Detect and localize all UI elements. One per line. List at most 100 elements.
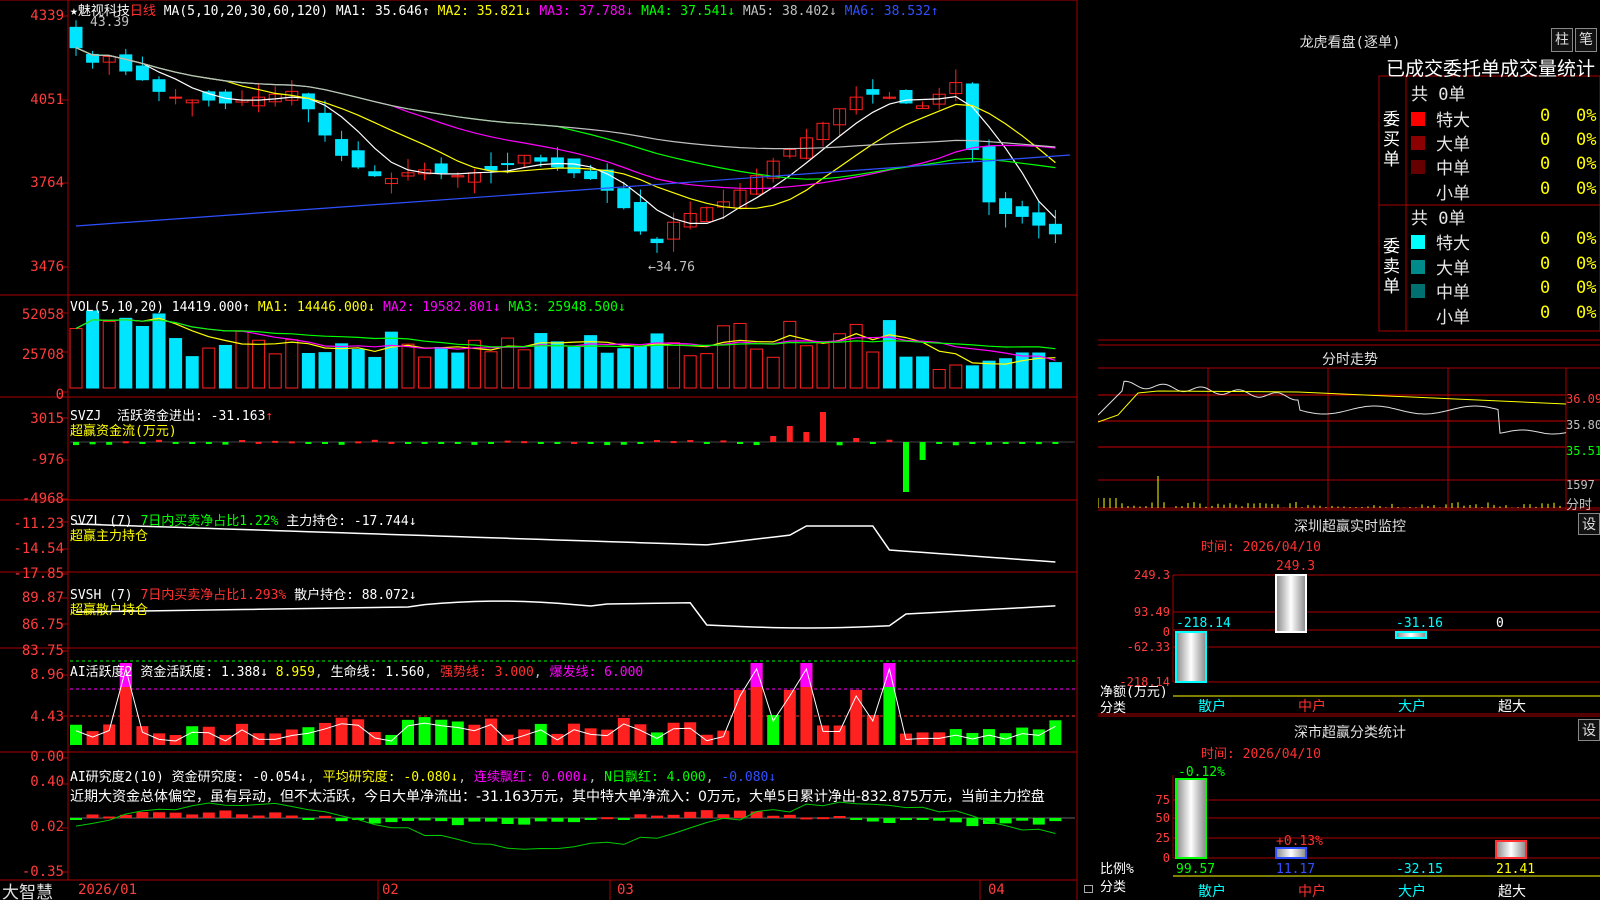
- sell-l-swatch: [1411, 260, 1425, 274]
- sell-total: 共 0单: [1411, 209, 1466, 229]
- vol-bar: [318, 352, 332, 389]
- sz-monitor-settings-button[interactable]: 设: [1578, 513, 1600, 535]
- ai1-bar: [302, 727, 315, 745]
- kline-candle: [550, 157, 564, 168]
- vol-bar: [252, 339, 266, 389]
- app-logo: 大智慧: [2, 883, 53, 900]
- lhb-tabs[interactable]: 已成交委托单成交量统计: [1386, 54, 1600, 81]
- intraday-title[interactable]: 分时走势: [1300, 349, 1400, 369]
- svzj-bar: [637, 442, 644, 444]
- kline-candle: [368, 171, 382, 177]
- vol-ma3-line: [75, 319, 1056, 350]
- vol-bar: [866, 351, 880, 389]
- svzj-bar: [986, 442, 992, 445]
- ai1-header: AI活跃度2 资金活跃度: 1.388↓ 8.959, 生命线: 1.560, …: [70, 665, 644, 680]
- ai2-bar: [750, 811, 763, 818]
- vol-bar: [700, 353, 714, 389]
- ai2-y-label: 0.40: [30, 774, 64, 790]
- vol-bar: [401, 343, 415, 389]
- ai1-bar: [435, 719, 448, 745]
- svzj-bar: [222, 442, 229, 445]
- main-chart-svg[interactable]: [0, 0, 1100, 900]
- high-price-label: 43.39: [90, 15, 130, 30]
- ai2-bar: [717, 814, 730, 818]
- period-label[interactable]: 日线: [130, 4, 156, 19]
- lock-icon[interactable]: [1084, 885, 1093, 893]
- svzj-y-label: 3015: [30, 411, 64, 427]
- svzj-bar: [272, 440, 279, 443]
- ai1-bar: [70, 724, 82, 745]
- svzj-bar: [969, 442, 976, 444]
- ai1-bar: [319, 722, 331, 745]
- svzj-bar: [1035, 442, 1042, 445]
- intraday-avg-line: [1098, 390, 1567, 423]
- vol-bar: [451, 352, 465, 389]
- svzj-bar: [919, 442, 926, 460]
- ai2-bar: [285, 815, 298, 818]
- ai2-bar: [418, 818, 431, 821]
- class-cat-label: 中户: [1298, 883, 1326, 900]
- ai1-bar: [1049, 720, 1062, 745]
- ma3-line: [75, 47, 1056, 190]
- vol-bar: [102, 321, 116, 389]
- buy-m-swatch: [1411, 160, 1425, 174]
- right-panel-svg: 249.393.490-62.33-218.14-218.14249.3-31.…: [1098, 75, 1600, 900]
- ai2-bar: [584, 818, 597, 820]
- ai2-title[interactable]: AI研究度2(10): [70, 770, 164, 785]
- sz-value-label: 0: [1496, 616, 1504, 631]
- column-view-button[interactable]: 柱: [1551, 28, 1573, 52]
- svzj-bar: [720, 440, 727, 443]
- svzj-bar: [654, 440, 660, 443]
- sz-class-settings-button[interactable]: 设: [1578, 719, 1600, 741]
- buy-row-label: 小单: [1436, 184, 1470, 204]
- svzj-bar: [620, 442, 627, 445]
- svzj-bar: [471, 442, 478, 445]
- vol-y-label: 52058: [21, 307, 64, 323]
- ai1-label: 资金活跃度: 1.388↓: [140, 665, 268, 680]
- svzj-bar: [156, 439, 162, 442]
- ai2-bar: [767, 815, 780, 818]
- kline-candle: [584, 170, 598, 180]
- buy-count: 0: [1540, 179, 1551, 199]
- sz-cat-label: 大户: [1398, 698, 1426, 715]
- sell-count: 0: [1540, 229, 1551, 249]
- svzj-bar: [521, 441, 528, 444]
- svzj-bar: [836, 442, 843, 446]
- svzj-bar: [869, 442, 876, 444]
- vol-bar: [949, 364, 963, 389]
- ai2-bar: [684, 811, 697, 818]
- ai2-bar: [385, 818, 398, 823]
- favorite-star-icon[interactable]: ★: [70, 4, 78, 19]
- sz-cat-label: 散户: [1198, 698, 1226, 715]
- svsh-y-label: 83.75: [21, 643, 64, 659]
- vol-value: 14419.000↑: [171, 300, 251, 315]
- vol-bar: [202, 347, 216, 389]
- class-bar: [1495, 840, 1527, 859]
- tick-view-button[interactable]: 笔: [1575, 28, 1597, 52]
- ai2-avg: 平均研究度: -0.080↓: [322, 770, 459, 785]
- vol-bar: [301, 352, 315, 389]
- vol-bar: [733, 322, 747, 389]
- svzj-bar: [1002, 442, 1009, 444]
- svzl-sub: 超赢主力持仓: [70, 529, 149, 544]
- vol-title[interactable]: VOL(5,10,20): [70, 300, 164, 315]
- ai2-bar: [169, 812, 182, 818]
- sell-row-label: 小单: [1436, 308, 1470, 328]
- ai1-title[interactable]: AI活跃度2: [70, 665, 132, 680]
- ai1-value2: 8.959: [275, 665, 315, 680]
- lhb-title: 龙虎看盘(逐单): [1299, 35, 1401, 51]
- sz-monitor-title: 深圳超赢实时监控: [1294, 519, 1406, 535]
- ai2-bar: [153, 812, 165, 818]
- ai2-bar: [800, 817, 813, 820]
- ai1-bar: [850, 690, 863, 745]
- svzj-bar: [322, 442, 328, 444]
- ai2-bar: [568, 818, 580, 823]
- ai2-bar: [236, 814, 248, 818]
- sell-pct: 0%: [1576, 254, 1597, 274]
- svzj-bar: [73, 442, 79, 446]
- svzj-bar: [571, 441, 577, 444]
- ai2-bar: [933, 818, 946, 821]
- ma4-value: MA4: 37.541↓: [641, 4, 736, 19]
- svzl-line: [75, 523, 1056, 563]
- ma-label: MA(5,10,20,30,60,120): [163, 4, 329, 19]
